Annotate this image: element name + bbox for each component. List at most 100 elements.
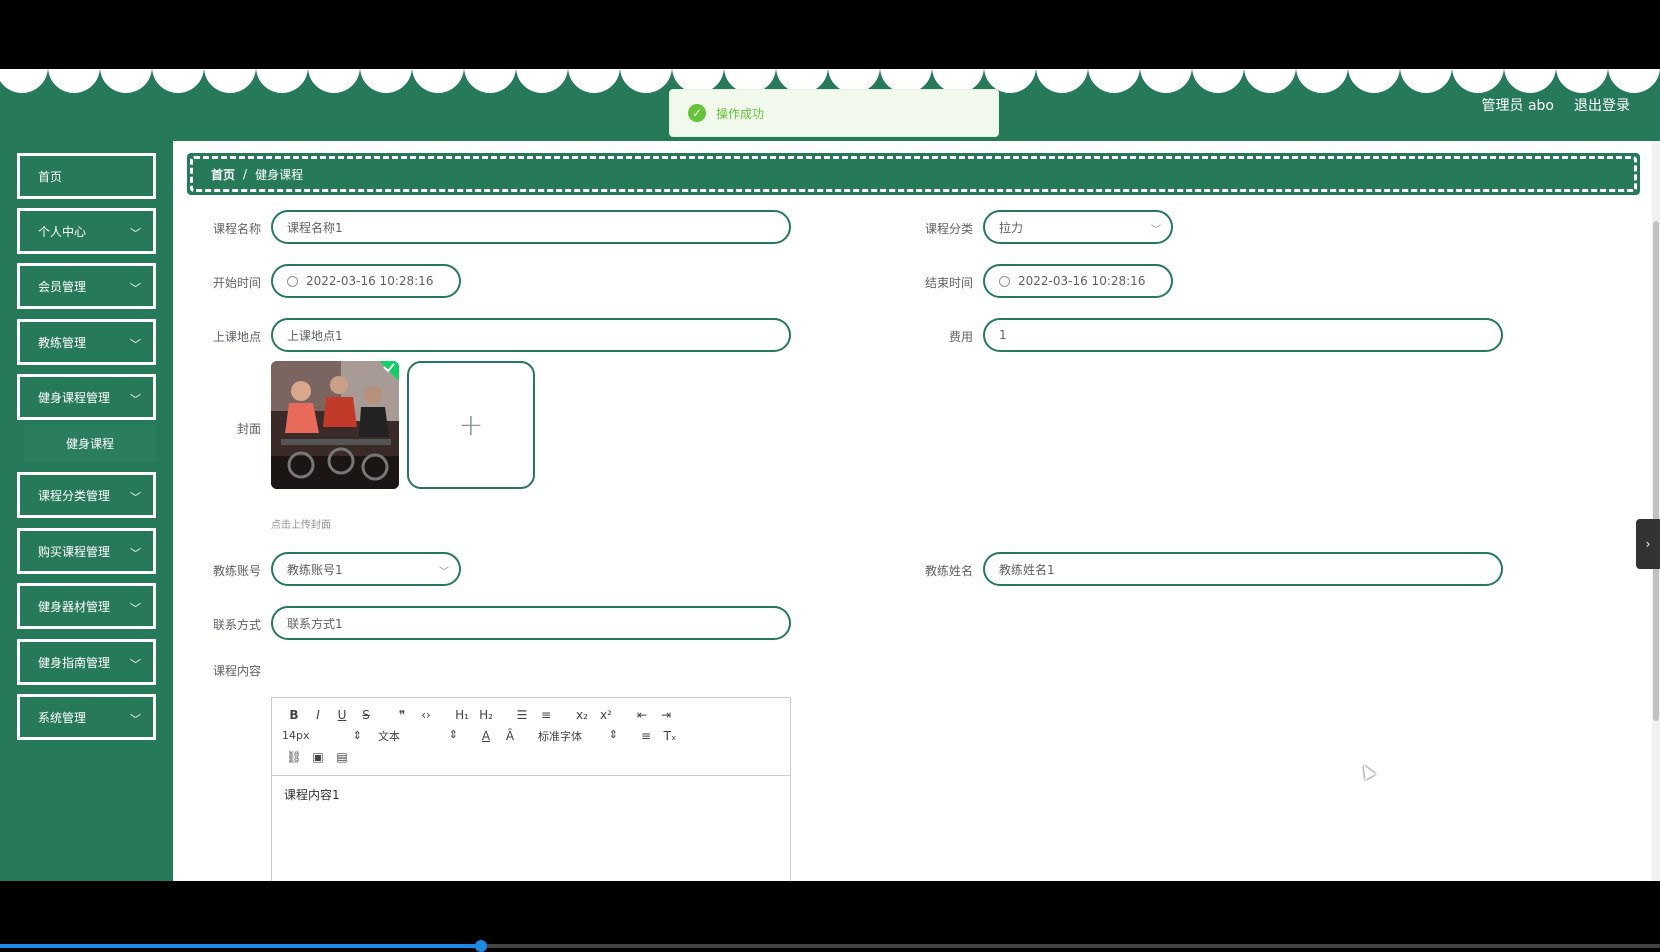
chevron-down-icon: ﹀ — [130, 393, 141, 406]
scallop-shape — [1244, 69, 1296, 93]
sidebar-item-label: 个人中心 — [38, 224, 87, 239]
subscript-icon[interactable]: x₂ — [570, 708, 594, 722]
course-name-label: 课程名称 — [212, 222, 261, 236]
sidebar-subitem-label: 健身课程 — [65, 436, 114, 451]
coach-account-select[interactable]: 教练账号1 ﹀ — [271, 552, 461, 586]
end-time-picker[interactable]: 2022-03-16 10:28:16 — [983, 264, 1173, 298]
side-drawer-toggle[interactable]: › — [1636, 519, 1660, 569]
end-time-label: 结束时间 — [924, 276, 973, 290]
video-progress-knob[interactable] — [475, 940, 488, 952]
scallop-shape — [1556, 69, 1608, 93]
updown-icon: ⇕ — [352, 729, 362, 742]
sidebar-item-home[interactable]: 首页 — [17, 153, 156, 199]
align-icon[interactable]: ≡ — [634, 729, 658, 743]
scallop-shape — [1452, 69, 1504, 93]
strikethrough-icon[interactable]: S — [354, 708, 378, 722]
upload-cover-button[interactable]: + — [407, 361, 535, 489]
fee-label: 费用 — [948, 330, 973, 344]
coach-name-input[interactable]: 教练姓名1 — [983, 552, 1503, 586]
font-color-icon[interactable]: A — [474, 729, 498, 743]
start-time-picker[interactable]: 2022-03-16 10:28:16 — [271, 264, 461, 298]
chevron-down-icon: ﹀ — [439, 567, 449, 578]
breadcrumb-home-link[interactable]: 首页 — [211, 166, 235, 183]
code-block-icon[interactable]: ‹› — [414, 708, 438, 722]
start-time-label: 开始时间 — [212, 276, 261, 290]
text-type-value: 文本 — [378, 729, 400, 743]
page-scrollbar[interactable] — [1652, 141, 1660, 881]
indent-icon[interactable]: ⇥ — [654, 708, 678, 722]
scallop-shape — [1400, 69, 1452, 93]
location-input[interactable]: 上课地点1 — [271, 318, 791, 352]
chevron-down-icon: ﹀ — [130, 282, 141, 295]
italic-icon[interactable]: I — [306, 708, 330, 722]
admin-name: 管理员 abo — [1481, 98, 1554, 114]
scallop-shape — [0, 69, 48, 93]
sidebar-item-system-management[interactable]: 系统管理 ﹀ — [17, 694, 156, 740]
blockquote-icon[interactable]: ❞ — [390, 708, 414, 722]
course-category-select[interactable]: 拉力 ﹀ — [983, 210, 1173, 244]
course-category-value: 拉力 — [999, 220, 1024, 235]
video-icon[interactable]: ▤ — [330, 750, 354, 764]
check-circle-icon: ✓ — [688, 104, 706, 122]
sidebar-item-label: 购买课程管理 — [38, 544, 111, 559]
fee-input[interactable]: 1 — [983, 318, 1503, 352]
sidebar-item-equipment-management[interactable]: 健身器材管理 ﹀ — [17, 583, 156, 629]
video-progress-bar[interactable] — [0, 940, 1660, 952]
contact-label: 联系方式 — [212, 618, 261, 632]
scallop-shape — [1036, 69, 1088, 93]
sidebar-item-category-management[interactable]: 课程分类管理 ﹀ — [17, 472, 156, 518]
scallop-shape — [1088, 69, 1140, 93]
link-icon[interactable]: ⛓ — [282, 750, 306, 764]
clear-format-icon[interactable]: Tₓ — [658, 729, 682, 743]
toolbar-row: ⛓ ▣ ▤ — [282, 746, 780, 767]
editor-content-area[interactable]: 课程内容1 — [272, 776, 790, 813]
sidebar-item-member-management[interactable]: 会员管理 ﹀ — [17, 263, 156, 309]
end-time-value: 2022-03-16 10:28:16 — [1018, 274, 1146, 288]
fee-value: 1 — [999, 328, 1007, 342]
heading1-icon[interactable]: H₁ — [450, 708, 474, 722]
sidebar: 首页 个人中心 ﹀ 会员管理 ﹀ 教练管理 ﹀ 健身课程管理 ﹀ 健身课程 课程… — [0, 141, 173, 881]
sidebar-subitem-fitness-course[interactable]: 健身课程 — [24, 424, 156, 462]
start-time-value: 2022-03-16 10:28:16 — [306, 274, 434, 288]
underline-icon[interactable]: U — [330, 708, 354, 722]
course-name-input[interactable]: 课程名称1 — [271, 210, 791, 244]
sidebar-item-guide-management[interactable]: 健身指南管理 ﹀ — [17, 639, 156, 685]
font-family-select[interactable]: 标准字体 ⇕ — [538, 728, 618, 744]
sidebar-item-course-management[interactable]: 健身课程管理 ﹀ — [17, 374, 156, 420]
scallop-shape — [516, 69, 568, 93]
sidebar-item-personal-center[interactable]: 个人中心 ﹀ — [17, 208, 156, 254]
chevron-down-icon: ﹀ — [130, 338, 141, 351]
scallop-shape — [1192, 69, 1244, 93]
text-type-select[interactable]: 文本 ⇕ — [378, 728, 458, 744]
chevron-down-icon: ﹀ — [130, 602, 141, 615]
plus-icon: + — [458, 407, 484, 443]
sidebar-item-label: 会员管理 — [38, 279, 87, 294]
background-color-icon[interactable]: Ā — [498, 729, 522, 743]
bold-icon[interactable]: B — [282, 708, 306, 722]
logout-button[interactable]: 退出登录 — [1574, 95, 1630, 115]
clock-icon — [999, 275, 1010, 287]
sidebar-item-coach-management[interactable]: 教练管理 ﹀ — [17, 319, 156, 365]
contact-input[interactable]: 联系方式1 — [271, 606, 791, 640]
sidebar-item-purchase-management[interactable]: 购买课程管理 ﹀ — [17, 528, 156, 574]
scrollbar-thumb[interactable] — [1653, 221, 1659, 721]
sidebar-item-label: 健身指南管理 — [38, 655, 111, 670]
main-content: 首页 / 健身课程 课程名称 课程名称1 课程分类 拉力 ﹀ 开始时间 2022… — [173, 141, 1660, 881]
outdent-icon[interactable]: ⇤ — [630, 708, 654, 722]
scallop-shape — [568, 69, 620, 93]
course-content-label: 课程内容 — [212, 664, 261, 678]
scallop-shape — [100, 69, 152, 93]
superscript-icon[interactable]: x² — [594, 708, 618, 722]
font-size-select[interactable]: 14px ⇕ — [282, 729, 362, 742]
scallop-shape — [412, 69, 464, 93]
cover-image[interactable] — [271, 361, 399, 489]
breadcrumb-inner: 首页 / 健身课程 — [190, 156, 1637, 192]
toolbar-row: 14px ⇕ 文本 ⇕ A Ā 标准字体 ⇕ ≡ Tₓ — [282, 725, 780, 746]
scallop-shape — [152, 69, 204, 93]
image-icon[interactable]: ▣ — [306, 750, 330, 764]
bullet-list-icon[interactable]: ≡ — [534, 708, 558, 722]
ordered-list-icon[interactable]: ☰ — [510, 708, 534, 722]
coach-name-label: 教练姓名 — [924, 564, 973, 578]
sidebar-item-label: 课程分类管理 — [38, 488, 111, 503]
heading2-icon[interactable]: H₂ — [474, 708, 498, 722]
